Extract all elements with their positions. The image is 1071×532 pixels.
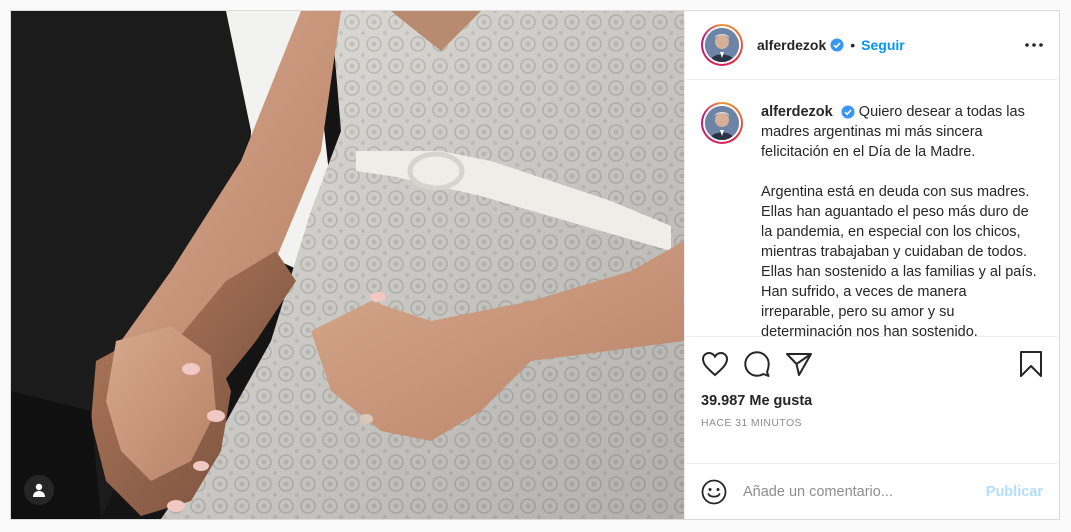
- comment-button[interactable]: [743, 350, 771, 378]
- emoji-icon: [701, 479, 727, 504]
- likes-count[interactable]: 39.987 Me gusta: [685, 391, 1059, 411]
- post-timestamp[interactable]: HACE 31 MINUTOS: [685, 417, 1059, 433]
- verified-badge-icon: [841, 105, 855, 119]
- caption-username[interactable]: alferdezok: [761, 104, 833, 120]
- like-button[interactable]: [701, 351, 729, 377]
- comment-box: Publicar: [685, 463, 1059, 519]
- caption-avatar[interactable]: [701, 102, 743, 144]
- caption-paragraph-2: Argentina está en deuda con sus madres. …: [761, 184, 1037, 337]
- post-photo[interactable]: [11, 11, 684, 519]
- instagram-post: alferdezok • Seguir alferdezok Quiero de…: [10, 10, 1060, 520]
- author-username[interactable]: alferdezok: [757, 37, 826, 53]
- save-button[interactable]: [1019, 350, 1043, 378]
- post-header: alferdezok • Seguir: [685, 11, 1059, 80]
- emoji-button[interactable]: [701, 479, 727, 505]
- avatar-photo: [705, 106, 739, 140]
- heart-icon: [701, 351, 729, 377]
- post-image: [11, 11, 684, 519]
- share-button[interactable]: [785, 351, 813, 377]
- avatar-photo: [705, 28, 739, 62]
- avatar[interactable]: [701, 24, 743, 66]
- action-bar: [685, 337, 1059, 391]
- share-icon: [786, 353, 812, 376]
- more-options-icon: [1025, 43, 1043, 47]
- follow-button[interactable]: Seguir: [861, 37, 905, 53]
- verified-badge-icon: [830, 38, 844, 52]
- caption-text: alferdezok Quiero desear a todas las mad…: [761, 102, 1043, 336]
- publish-button[interactable]: Publicar: [986, 484, 1043, 500]
- user-tag-icon: [33, 483, 45, 497]
- bookmark-icon: [1020, 351, 1042, 377]
- user-tag-button[interactable]: [24, 475, 54, 505]
- more-options-button[interactable]: [1025, 43, 1043, 47]
- caption: alferdezok Quiero desear a todas las mad…: [685, 80, 1059, 337]
- post-side-panel: alferdezok • Seguir alferdezok Quiero de…: [684, 11, 1059, 519]
- separator-dot: •: [850, 37, 856, 53]
- comment-input[interactable]: [743, 483, 986, 500]
- comment-icon: [744, 351, 770, 377]
